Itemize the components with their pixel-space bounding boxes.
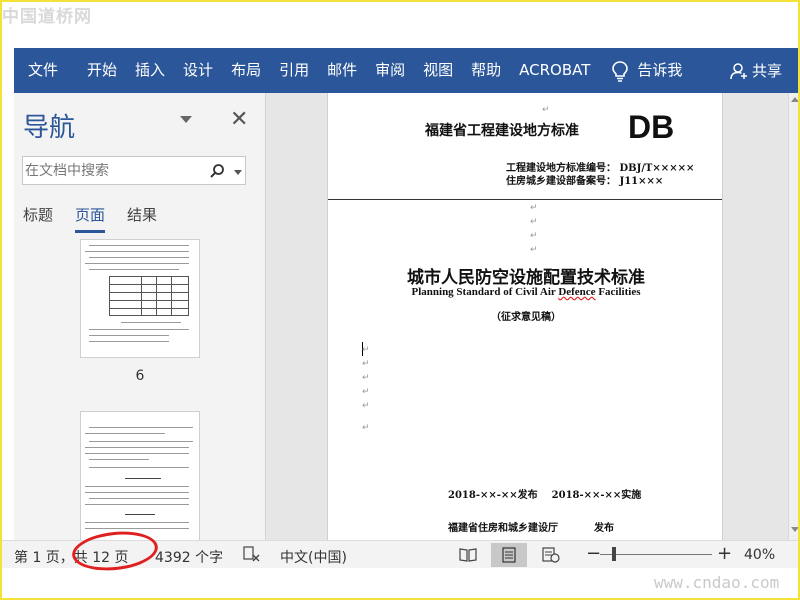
language-status[interactable]: 中文(中国) xyxy=(280,547,347,567)
zoom-slider[interactable] xyxy=(600,554,712,555)
document-page[interactable]: ↵ 福建省工程建设地方标准 DB 工程建设地方标准编号： DBJ/T××××× … xyxy=(327,93,723,540)
thumbnail-page-number: 6 xyxy=(135,368,145,384)
db-mark: DB xyxy=(628,109,675,145)
issuer: 福建省住房和城乡建设厅 xyxy=(448,523,558,534)
search-options-arrow-icon[interactable] xyxy=(234,170,242,175)
nav-search-box xyxy=(22,156,246,185)
vertical-scrollbar[interactable] xyxy=(788,93,800,540)
tab-insert[interactable]: 插入 xyxy=(126,48,174,93)
nav-pane-title: 导航 xyxy=(23,113,76,143)
search-input[interactable] xyxy=(25,160,201,182)
share-button[interactable]: 共享 xyxy=(730,48,782,93)
tab-review[interactable]: 审阅 xyxy=(366,48,414,93)
provincial-standard-heading: 福建省工程建设地方标准 xyxy=(425,123,579,139)
read-mode-button[interactable] xyxy=(450,543,486,567)
issuer-line: 福建省住房和城乡建设厅 发布 xyxy=(448,519,614,534)
scroll-down-icon[interactable] xyxy=(791,527,799,532)
dates-line: 2018-××-××发布 2018-××-××实施 xyxy=(448,486,655,501)
nav-tabs: 标题 页面 结果 xyxy=(23,204,179,233)
document-title-en: Planning Standard of Civil Air Defence F… xyxy=(411,286,641,298)
tab-references[interactable]: 引用 xyxy=(270,48,318,93)
zoom-in-button[interactable]: + xyxy=(717,543,732,564)
share-label: 共享 xyxy=(751,62,782,80)
page-thumbnail-7[interactable] xyxy=(80,411,200,540)
watermark-top: 中国道桥网 xyxy=(2,7,92,27)
tab-results[interactable]: 结果 xyxy=(127,204,157,233)
print-layout-button[interactable] xyxy=(491,543,527,567)
issue-label: 发布 xyxy=(594,523,614,534)
scroll-up-icon[interactable] xyxy=(791,97,799,102)
tab-file[interactable]: 文件 xyxy=(14,48,78,93)
record-number-line: 住房城乡建设部备案号： J11××× xyxy=(506,176,664,187)
navigation-pane: 导航 ✕ 标题 页面 结果 6 xyxy=(14,93,266,540)
zoom-slider-thumb[interactable] xyxy=(612,547,616,561)
tab-view[interactable]: 视图 xyxy=(414,48,462,93)
header-rule xyxy=(328,199,722,200)
lightbulb-icon[interactable] xyxy=(611,60,629,82)
effective-date: 2018-××-××实施 xyxy=(551,490,642,501)
web-layout-icon xyxy=(542,547,560,563)
chevron-down-icon[interactable] xyxy=(180,116,192,123)
zoom-level[interactable]: 40% xyxy=(744,547,775,563)
document-title-cn: 城市人民防空设施配置技术标准 xyxy=(407,268,645,288)
tab-acrobat[interactable]: ACROBAT xyxy=(510,48,599,93)
tab-headings[interactable]: 标题 xyxy=(23,204,53,233)
tell-me-search[interactable]: 告诉我 xyxy=(633,48,691,93)
zoom-out-button[interactable]: − xyxy=(586,543,601,564)
tab-mailings[interactable]: 邮件 xyxy=(318,48,366,93)
draft-note: （征求意见稿） xyxy=(491,312,561,323)
web-layout-button[interactable] xyxy=(533,543,569,567)
person-add-icon xyxy=(730,62,747,79)
tab-home[interactable]: 开始 xyxy=(78,48,126,93)
publish-date: 2018-××-××发布 xyxy=(448,490,538,501)
proofing-icon[interactable] xyxy=(242,546,260,562)
tab-design[interactable]: 设计 xyxy=(174,48,222,93)
page-layout-icon xyxy=(502,547,516,563)
ribbon-tabs: 文件 开始 插入 设计 布局 引用 邮件 审阅 视图 帮助 ACROBAT 告诉… xyxy=(14,48,800,93)
tab-layout[interactable]: 布局 xyxy=(222,48,270,93)
page-thumbnail-6[interactable] xyxy=(80,239,200,358)
search-icon[interactable] xyxy=(209,163,225,179)
watermark-bottom: www.cndao.com xyxy=(654,573,780,592)
close-icon[interactable]: ✕ xyxy=(230,107,248,132)
book-icon xyxy=(459,548,477,562)
tab-help[interactable]: 帮助 xyxy=(462,48,510,93)
word-count-status[interactable]: 4392 个字 xyxy=(155,547,223,567)
tab-pages[interactable]: 页面 xyxy=(75,204,106,233)
